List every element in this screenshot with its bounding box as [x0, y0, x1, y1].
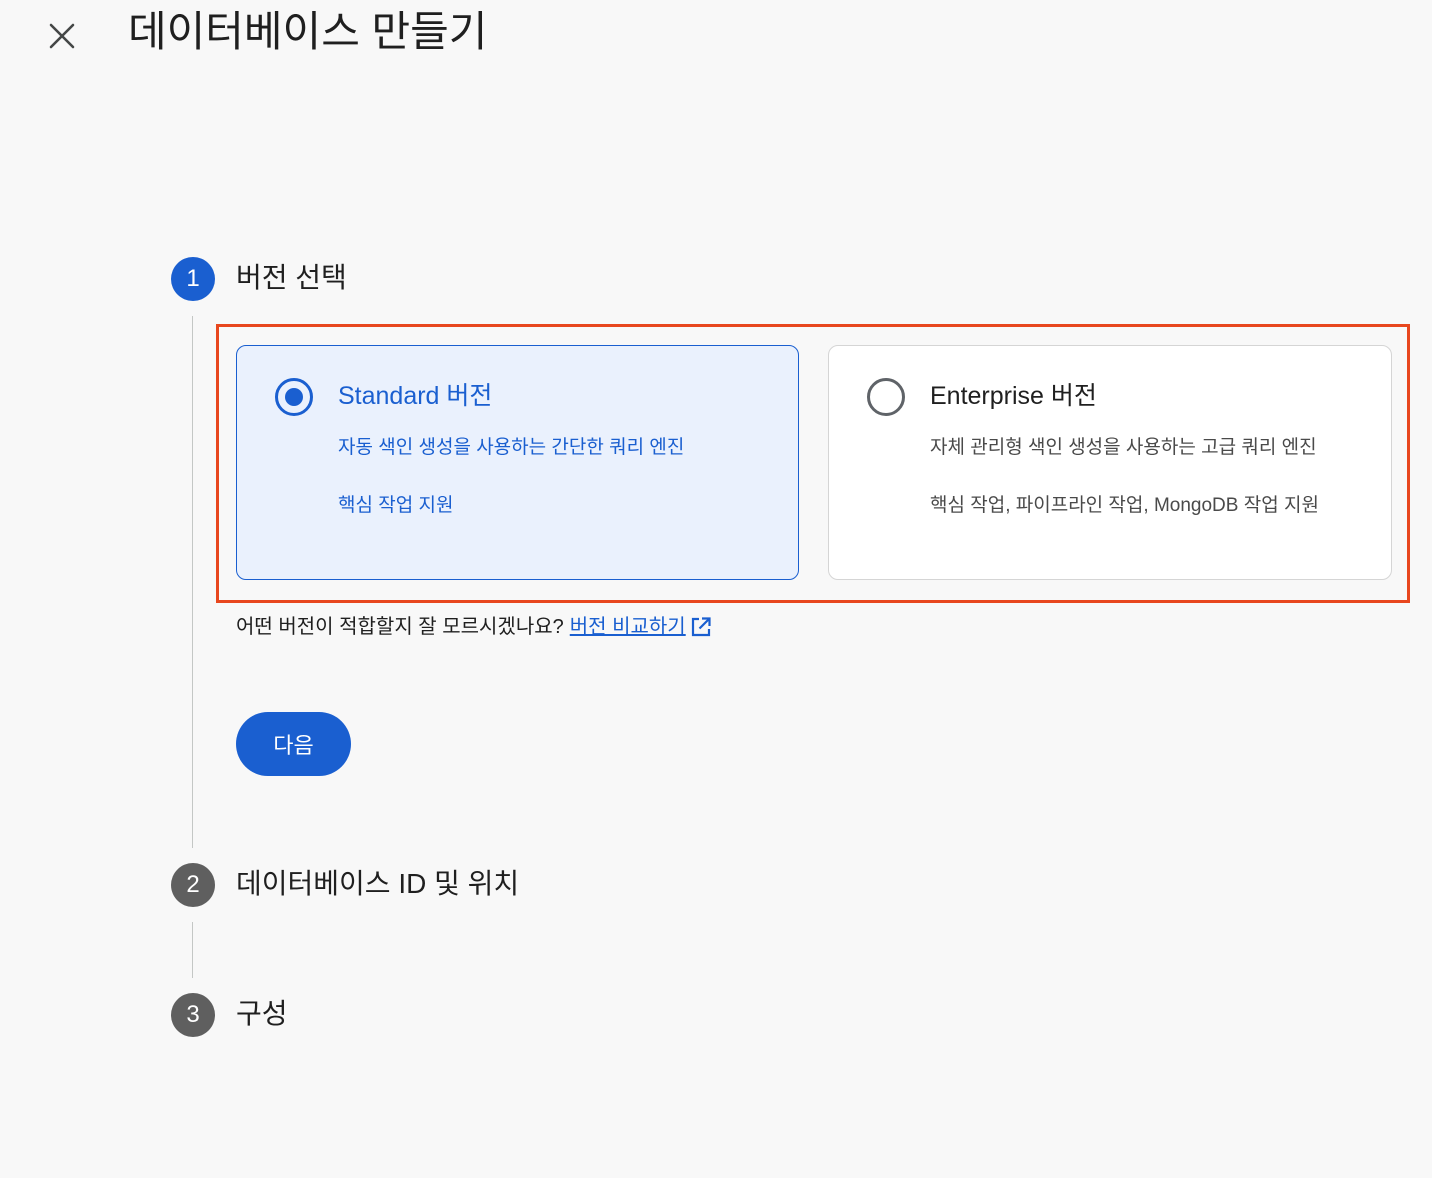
page-title: 데이터베이스 만들기 [128, 8, 488, 55]
enterprise-edition-title: Enterprise 버전 [930, 382, 1097, 410]
enterprise-edition-description: 자체 관리형 색인 생성을 사용하는 고급 쿼리 엔진 [930, 437, 1317, 458]
step-3-title: 구성 [236, 998, 288, 1029]
step-2-number: 2 [171, 863, 215, 907]
stepper-connector-1 [192, 316, 193, 848]
enterprise-edition-card[interactable]: Enterprise 버전 자체 관리형 색인 생성을 사용하는 고급 쿼리 엔… [828, 345, 1392, 580]
step-1-title: 버전 선택 [236, 262, 347, 293]
help-text: 어떤 버전이 적합할지 잘 모르시겠나요? [236, 616, 564, 638]
step-3-number: 3 [171, 993, 215, 1037]
external-link-icon[interactable] [690, 616, 712, 638]
step-1-number: 1 [171, 257, 215, 301]
close-icon [49, 23, 75, 49]
standard-edition-features: 핵심 작업 지원 [338, 495, 454, 516]
step-2-title: 데이터베이스 ID 및 위치 [236, 868, 520, 899]
standard-edition-description: 자동 색인 생성을 사용하는 간단한 쿼리 엔진 [338, 437, 685, 458]
standard-edition-title: Standard 버전 [338, 382, 493, 410]
standard-radio-button[interactable] [275, 378, 313, 416]
close-button[interactable] [40, 14, 84, 58]
enterprise-edition-features: 핵심 작업, 파이프라인 작업, MongoDB 작업 지원 [930, 495, 1319, 516]
next-button[interactable]: 다음 [236, 712, 351, 776]
stepper-connector-2 [192, 922, 193, 978]
compare-editions-link[interactable]: 버전 비교하기 [570, 612, 686, 642]
standard-edition-card[interactable]: Standard 버전 자동 색인 생성을 사용하는 간단한 쿼리 엔진 핵심 … [236, 345, 799, 580]
compare-help: 어떤 버전이 적합할지 잘 모르시겠나요? 버전 비교하기 [236, 612, 712, 642]
enterprise-radio-button[interactable] [867, 378, 905, 416]
